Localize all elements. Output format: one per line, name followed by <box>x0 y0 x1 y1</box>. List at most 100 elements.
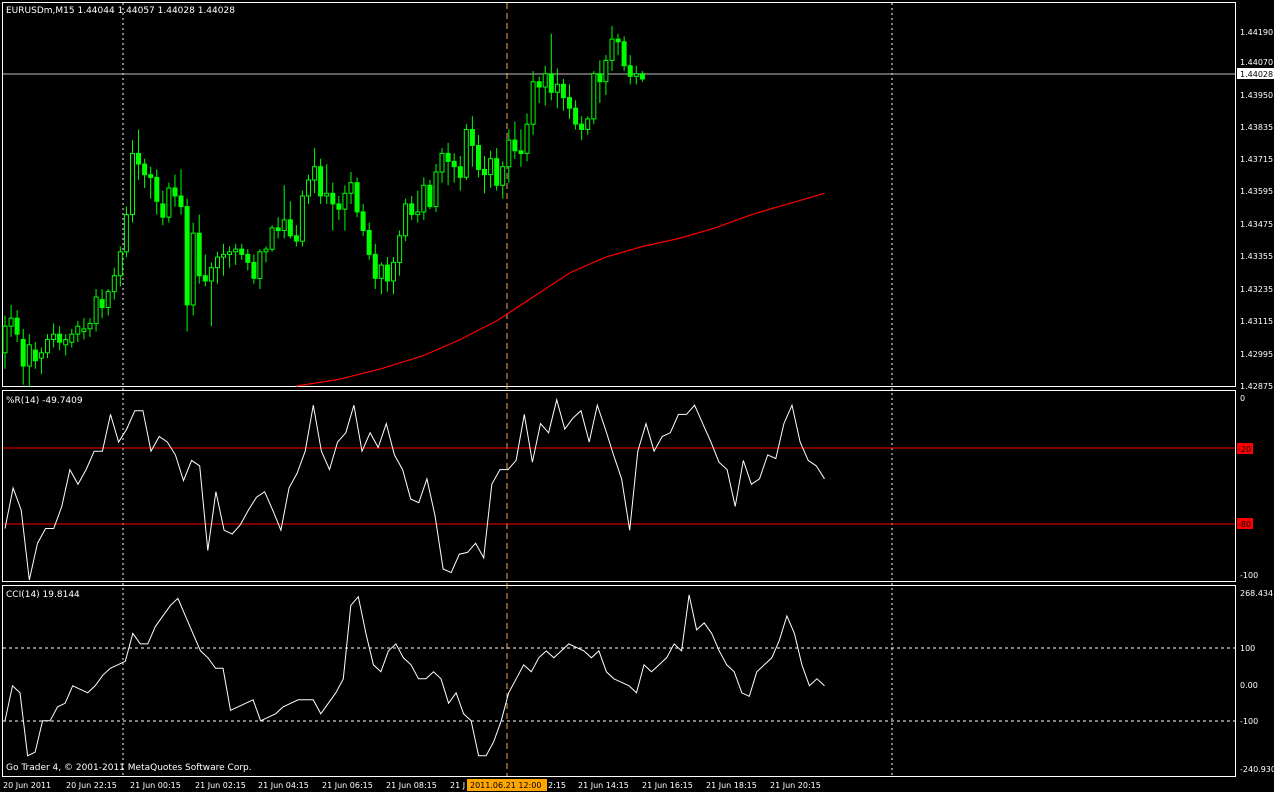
candle-body <box>160 203 166 218</box>
candle <box>196 214 202 284</box>
candle-body <box>518 150 524 155</box>
candle <box>299 190 305 247</box>
wpr-line <box>4 397 825 581</box>
time-tick-label: 21 Jun 16:15 <box>642 781 693 790</box>
candle-body <box>190 232 196 306</box>
candle-body <box>257 251 263 279</box>
wpr-panel-frame <box>2 390 1236 582</box>
price-tick-label: 1.42875 <box>1240 382 1273 391</box>
candle <box>63 334 69 356</box>
chart-window[interactable]: EURUSDm,M15 1.44044 1.44057 1.44028 1.44… <box>0 0 1274 792</box>
time-tick-label: 21 Jun 02:15 <box>195 781 246 790</box>
candle-body <box>354 182 360 213</box>
candle <box>8 304 14 337</box>
cci-line <box>4 594 825 757</box>
candle-body <box>536 81 542 88</box>
time-tick-label: 21 Jun 00:15 <box>130 781 181 790</box>
candle-body <box>99 299 105 309</box>
candle-body <box>372 253 378 279</box>
candle <box>154 169 160 215</box>
time-axis[interactable]: 20 Jun 2011 20 Jun 22:15 21 Jun 00:15 21… <box>3 779 821 791</box>
candle-body <box>615 38 621 43</box>
candle <box>603 55 609 95</box>
candle <box>99 288 105 319</box>
price-tick-label: 1.43595 <box>1240 187 1273 196</box>
candle <box>403 198 409 242</box>
candle-body <box>93 296 99 325</box>
candle <box>306 174 311 204</box>
price-tick-label: 1.43475 <box>1240 220 1273 229</box>
candle <box>360 203 366 236</box>
candle <box>354 177 360 218</box>
candle-body <box>403 203 409 237</box>
wpr-line-group <box>4 397 825 581</box>
candle-body <box>512 139 518 152</box>
candle-body <box>269 227 275 250</box>
candle-body <box>506 139 512 168</box>
candle <box>427 180 433 210</box>
candle-body <box>263 248 269 253</box>
candle <box>312 148 318 194</box>
candle-body <box>57 333 63 343</box>
candle <box>567 84 572 119</box>
cci-panel-title: CCI(14) 19.8144 <box>6 590 80 600</box>
candle-body <box>166 187 172 218</box>
candle <box>105 288 111 316</box>
candle <box>26 334 32 388</box>
candle-body <box>233 248 239 253</box>
candle-body <box>421 184 427 213</box>
candle-body <box>148 174 154 178</box>
candle-body <box>312 166 318 181</box>
time-tick-label: 21 Jun 18:15 <box>706 781 757 790</box>
candle-body <box>245 253 251 263</box>
price-tick-label: 1.42995 <box>1240 350 1273 359</box>
chart-title: EURUSDm,M15 1.44044 1.44057 1.44028 1.44… <box>6 6 235 16</box>
candle <box>51 323 57 348</box>
price-tick-label: 1.43235 <box>1240 285 1273 294</box>
candle <box>269 225 275 252</box>
candle <box>221 243 226 276</box>
candle-body <box>81 328 87 333</box>
candle-body <box>597 73 603 83</box>
candle <box>117 246 123 287</box>
candle-body <box>221 253 226 258</box>
price-axis[interactable]: 1.44190 1.44070 1.43950 1.43835 1.43715 … <box>1237 28 1274 391</box>
candle <box>366 222 372 260</box>
current-price-label: 1.44028 <box>1240 70 1273 79</box>
candle-body <box>348 182 354 194</box>
candle <box>130 140 135 223</box>
chart-canvas[interactable]: EURUSDm,M15 1.44044 1.44057 1.44028 1.44… <box>0 0 1274 792</box>
time-tick-label: 21 Jun 08:15 <box>386 781 437 790</box>
candle-body <box>130 152 135 215</box>
cci-tick-label: 0.00 <box>1240 681 1258 690</box>
price-tick-label: 1.44190 <box>1240 28 1273 37</box>
candle <box>324 164 330 204</box>
candle-body <box>482 168 487 176</box>
candle-body <box>75 325 81 335</box>
candle <box>160 190 166 226</box>
price-tick-label: 1.43355 <box>1240 252 1273 261</box>
candle <box>372 243 378 289</box>
candle <box>336 195 342 220</box>
cci-axis[interactable]: 268.434 100 0.00 -100 -240.930 <box>1240 589 1274 774</box>
candle <box>433 164 439 212</box>
candle <box>482 156 487 194</box>
candle <box>14 310 20 343</box>
candle <box>136 129 141 181</box>
candle-body <box>105 291 111 309</box>
candle <box>391 257 396 295</box>
candle-body <box>591 73 597 120</box>
cci-tick-label: 268.434 <box>1240 589 1273 598</box>
price-tick-label: 1.44070 <box>1240 58 1273 67</box>
time-tick-label: 21 Jun 04:15 <box>258 781 309 790</box>
candle-body <box>123 214 129 253</box>
candle <box>621 36 627 72</box>
candle-body <box>530 81 536 125</box>
candle-body <box>560 83 566 99</box>
candle <box>257 249 263 289</box>
candle <box>463 124 469 181</box>
candle-body <box>281 219 287 231</box>
wpr-axis[interactable]: 0 -20 -80 -100 <box>1237 394 1258 580</box>
candle <box>184 198 190 332</box>
candle <box>111 267 117 300</box>
